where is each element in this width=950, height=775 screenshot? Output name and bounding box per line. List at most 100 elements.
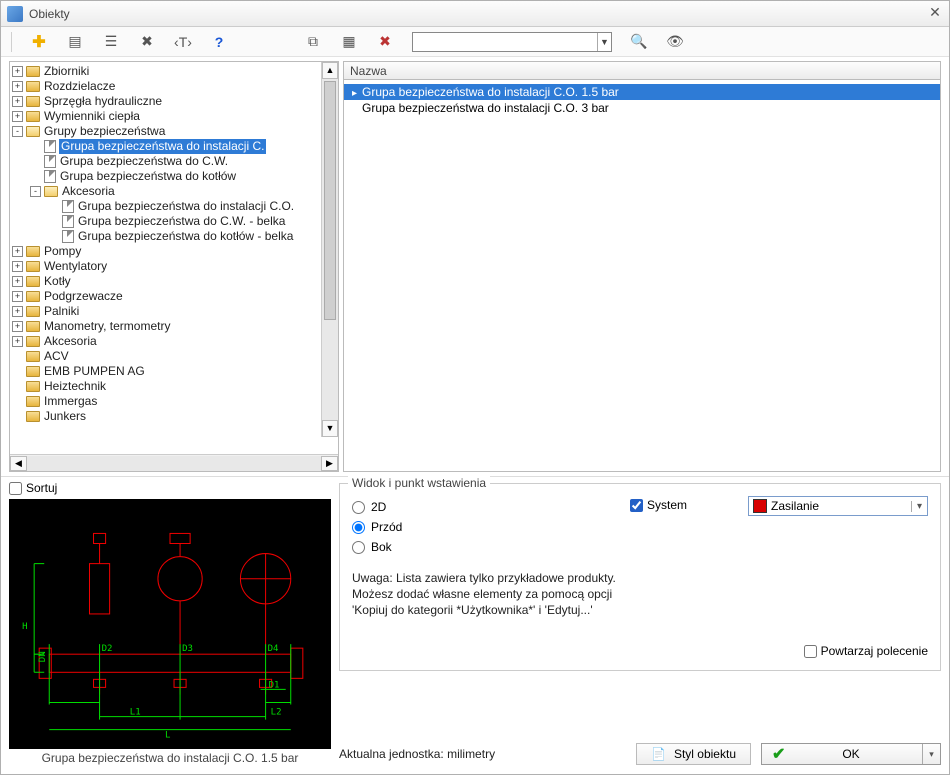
expand-icon[interactable]: + xyxy=(12,111,23,122)
toolbar: ✚ ▤ ☰ ✖ ‹T› ? ⧉ ▦ ✖ ▼ 🔍 👁 xyxy=(1,27,949,57)
search-combo[interactable]: ▼ xyxy=(412,32,612,52)
scroll-down-icon[interactable]: ▼ xyxy=(322,420,338,437)
expand-icon[interactable]: + xyxy=(12,291,23,302)
svg-text:L1: L1 xyxy=(130,708,141,718)
vscroll-thumb[interactable] xyxy=(324,81,336,320)
form-icon[interactable]: ▤ xyxy=(66,33,84,51)
repeat-checkbox[interactable] xyxy=(804,645,817,658)
tree-row[interactable]: ACV xyxy=(12,349,338,364)
tree-row[interactable]: +Sprzęgła hydrauliczne xyxy=(12,94,338,109)
folder-icon xyxy=(26,291,40,302)
grid-icon[interactable]: ▦ xyxy=(340,33,358,51)
folder-icon xyxy=(26,126,40,137)
tree-row[interactable]: EMB PUMPEN AG xyxy=(12,364,338,379)
tree-item-label: Grupy bezpieczeństwa xyxy=(43,124,166,139)
main-split: +Zbiorniki+Rozdzielacze+Sprzęgła hydraul… xyxy=(1,57,949,477)
tree-item-label: Grupa bezpieczeństwa do C.W. - belka xyxy=(77,214,286,229)
collapse-icon[interactable]: - xyxy=(30,186,41,197)
tree-row[interactable]: Immergas xyxy=(12,394,338,409)
scroll-up-icon[interactable]: ▲ xyxy=(322,62,338,79)
expand-icon[interactable]: + xyxy=(12,246,23,257)
find-icon[interactable]: 👁 xyxy=(666,33,684,51)
tree-row[interactable]: Grupa bezpieczeństwa do instalacji C. xyxy=(12,139,338,154)
expand-icon[interactable]: + xyxy=(12,306,23,317)
expand-icon[interactable]: + xyxy=(12,261,23,272)
tree-row[interactable]: +Rozdzielacze xyxy=(12,79,338,94)
search-input[interactable] xyxy=(413,33,597,51)
tree-item-label: Wentylatory xyxy=(43,259,108,274)
category-tree[interactable]: +Zbiorniki+Rozdzielacze+Sprzęgła hydraul… xyxy=(10,62,338,426)
tree-row[interactable]: +Manometry, termometry xyxy=(12,319,338,334)
feed-select-label: Zasilanie xyxy=(771,499,819,513)
tree-row[interactable]: Grupa bezpieczeństwa do C.W. - belka xyxy=(12,214,338,229)
system-checkbox[interactable] xyxy=(630,499,643,512)
tools-icon[interactable]: ✖ xyxy=(138,33,156,51)
list-header-label: Nazwa xyxy=(350,64,387,78)
tree-row[interactable]: +Palniki xyxy=(12,304,338,319)
view-side-radio[interactable] xyxy=(352,541,365,554)
expand-icon[interactable]: + xyxy=(12,66,23,77)
repeat-label: Powtarzaj polecenie xyxy=(821,644,928,658)
ok-label: OK xyxy=(842,747,859,761)
copy-icon[interactable]: ⧉ xyxy=(304,33,322,51)
tree-row[interactable]: +Akcesoria xyxy=(12,334,338,349)
sort-checkbox[interactable] xyxy=(9,482,22,495)
tree-row[interactable]: Heiztechnik xyxy=(12,379,338,394)
search-dropdown-icon[interactable]: ▼ xyxy=(597,33,611,51)
tree-hscrollbar[interactable]: ◀ ▶ xyxy=(10,454,338,471)
document-icon xyxy=(44,140,56,153)
tree-row[interactable]: +Podgrzewacze xyxy=(12,289,338,304)
document-icon xyxy=(44,155,56,168)
search-icon[interactable]: 🔍 xyxy=(630,33,648,51)
tree-row[interactable]: Junkers xyxy=(12,409,338,424)
new-icon[interactable]: ✚ xyxy=(30,33,48,51)
view-front-radio[interactable] xyxy=(352,521,365,534)
bottom-area: Sortuj xyxy=(1,477,949,769)
collapse-icon[interactable]: - xyxy=(12,126,23,137)
folder-icon xyxy=(44,186,58,197)
chevron-down-icon[interactable]: ▾ xyxy=(911,501,927,512)
help-icon[interactable]: ? xyxy=(210,33,228,51)
list-row[interactable]: Grupa bezpieczeństwa do instalacji C.O. … xyxy=(344,100,940,116)
tree-row[interactable]: Grupa bezpieczeństwa do C.W. xyxy=(12,154,338,169)
text-tag-icon[interactable]: ‹T› xyxy=(174,33,192,51)
svg-text:D1: D1 xyxy=(269,680,280,690)
expand-icon[interactable]: + xyxy=(12,81,23,92)
view-2d-radio[interactable] xyxy=(352,501,365,514)
tree-row[interactable]: - Grupy bezpieczeństwa xyxy=(12,124,338,139)
tree-row[interactable]: Grupa bezpieczeństwa do kotłów - belka xyxy=(12,229,338,244)
tree-row[interactable]: Grupa bezpieczeństwa do instalacji C.O. xyxy=(12,199,338,214)
expand-icon[interactable]: + xyxy=(12,96,23,107)
tree-row[interactable]: + Pompy xyxy=(12,244,338,259)
vscroll-track[interactable] xyxy=(322,79,338,420)
bottom-bar: Aktualna jednostka: milimetry 📄 Styl obi… xyxy=(339,735,941,765)
expand-icon[interactable]: + xyxy=(12,276,23,287)
tree-row[interactable]: +Kotły xyxy=(12,274,338,289)
scroll-left-icon[interactable]: ◀ xyxy=(10,456,27,471)
hscroll-track[interactable] xyxy=(27,456,321,471)
delete-icon[interactable]: ✖ xyxy=(376,33,394,51)
tree-item-label: Grupa bezpieczeństwa do kotłów - belka xyxy=(77,229,294,244)
ok-dropdown-icon[interactable]: ▾ xyxy=(922,744,940,764)
list-header[interactable]: Nazwa xyxy=(344,62,940,80)
ok-button[interactable]: ✔ OK ▾ xyxy=(761,743,941,765)
object-style-button[interactable]: 📄 Styl obiektu xyxy=(636,743,751,765)
tree-row[interactable]: +Zbiorniki xyxy=(12,64,338,79)
tree-item-label: Pompy xyxy=(43,244,82,259)
tree-row[interactable]: -Akcesoria xyxy=(12,184,338,199)
folder-icon xyxy=(26,366,40,377)
feed-color-swatch xyxy=(753,499,767,513)
tree-row[interactable]: Grupa bezpieczeństwa do kotłów xyxy=(12,169,338,184)
list-body[interactable]: Grupa bezpieczeństwa do instalacji C.O. … xyxy=(344,80,940,471)
list-icon[interactable]: ☰ xyxy=(102,33,120,51)
close-icon[interactable]: ✕ xyxy=(927,5,943,21)
expand-icon[interactable]: + xyxy=(12,336,23,347)
tree-vscrollbar[interactable]: ▲ ▼ xyxy=(321,62,338,437)
feed-select[interactable]: Zasilanie ▾ xyxy=(748,496,928,516)
expand-icon[interactable]: + xyxy=(12,321,23,332)
scroll-right-icon[interactable]: ▶ xyxy=(321,456,338,471)
tree-row[interactable]: +Wymienniki ciepła xyxy=(12,109,338,124)
tree-row[interactable]: + Wentylatory xyxy=(12,259,338,274)
view-2d-label: 2D xyxy=(371,500,386,514)
list-row[interactable]: Grupa bezpieczeństwa do instalacji C.O. … xyxy=(344,84,940,100)
